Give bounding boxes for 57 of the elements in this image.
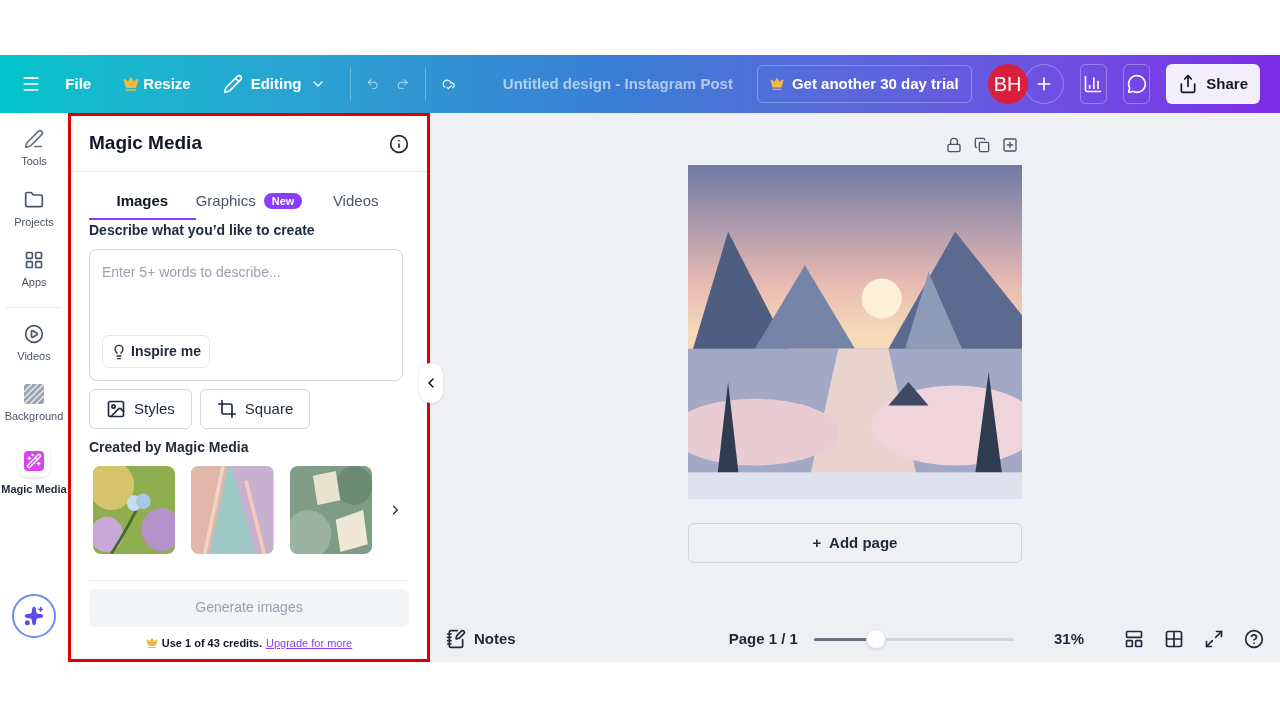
panel-tab[interactable]: Images bbox=[89, 184, 196, 220]
image-icon bbox=[106, 399, 126, 419]
lightbulb-icon bbox=[111, 343, 127, 360]
crown-icon bbox=[145, 636, 158, 649]
help-icon[interactable] bbox=[1244, 629, 1264, 649]
add-icon[interactable] bbox=[1002, 137, 1018, 153]
info-icon[interactable] bbox=[389, 133, 409, 154]
notes-icon bbox=[446, 629, 466, 649]
new-badge: New bbox=[263, 193, 303, 209]
video-icon bbox=[24, 323, 44, 344]
pencil-icon bbox=[222, 74, 243, 94]
ratio-button[interactable]: Square bbox=[199, 389, 311, 429]
bar-chart-icon bbox=[1083, 74, 1104, 94]
panel-title: Magic Media bbox=[89, 131, 202, 156]
styles-button[interactable]: Styles bbox=[89, 389, 192, 429]
upgrade-link[interactable]: Upgrade for more bbox=[266, 634, 353, 651]
lock-icon[interactable] bbox=[946, 137, 962, 153]
gallery-title: Created by Magic Media bbox=[89, 438, 250, 457]
sparkles-icon bbox=[24, 606, 44, 626]
fullscreen-icon[interactable] bbox=[1204, 629, 1224, 649]
credits-text: Use 1 of 43 credits. bbox=[161, 635, 263, 651]
crown-icon bbox=[769, 77, 784, 91]
sidebar-item[interactable]: Magic Media bbox=[0, 440, 68, 501]
magic-assistant-button[interactable] bbox=[12, 594, 56, 638]
crown-icon bbox=[123, 76, 140, 92]
insights-button[interactable] bbox=[1079, 64, 1107, 104]
zoom-reading: 31% bbox=[1053, 628, 1084, 649]
share-icon bbox=[1178, 74, 1199, 94]
sidebar-item[interactable]: Videos bbox=[0, 319, 68, 368]
comment-icon bbox=[1126, 74, 1147, 94]
prompt-label: Describe what you’d like to create bbox=[89, 221, 316, 240]
panel-tab[interactable]: Videos bbox=[302, 184, 409, 220]
inspire-button[interactable]: Inspire me bbox=[102, 335, 211, 368]
zoom-slider[interactable] bbox=[813, 629, 1014, 649]
duplicate-icon[interactable] bbox=[974, 137, 990, 153]
sidebar-item[interactable]: Projects bbox=[0, 185, 68, 234]
collapse-panel-button[interactable] bbox=[419, 363, 443, 403]
notes-button[interactable]: Notes bbox=[446, 627, 516, 651]
grid-view-icon[interactable] bbox=[1164, 629, 1184, 649]
page-view-icon[interactable] bbox=[1124, 629, 1144, 649]
hatched-square-icon bbox=[24, 384, 44, 404]
magic-image-icon bbox=[18, 444, 50, 477]
panel-tab[interactable]: Graphics New bbox=[195, 184, 303, 220]
user-avatar[interactable]: BH bbox=[987, 64, 1028, 104]
add-page-button[interactable]: + Add page bbox=[688, 523, 1022, 563]
sidebar-item[interactable]: Apps bbox=[0, 246, 68, 295]
page-indicator: Page 1 / 1 bbox=[728, 628, 798, 649]
pen-icon bbox=[24, 129, 44, 149]
sidebar-item[interactable]: Tools bbox=[0, 125, 68, 174]
comment-button[interactable] bbox=[1122, 64, 1151, 104]
folder-icon bbox=[24, 189, 44, 210]
apps-icon bbox=[24, 250, 44, 270]
trial-button[interactable]: Get another 30 day trial bbox=[756, 65, 972, 103]
crop-icon bbox=[216, 399, 237, 419]
share-button[interactable]: Share bbox=[1166, 64, 1260, 104]
prompt-field[interactable]: Enter 5+ words to describe... Inspire me bbox=[89, 249, 403, 381]
sidebar-item[interactable]: Background bbox=[0, 380, 68, 429]
